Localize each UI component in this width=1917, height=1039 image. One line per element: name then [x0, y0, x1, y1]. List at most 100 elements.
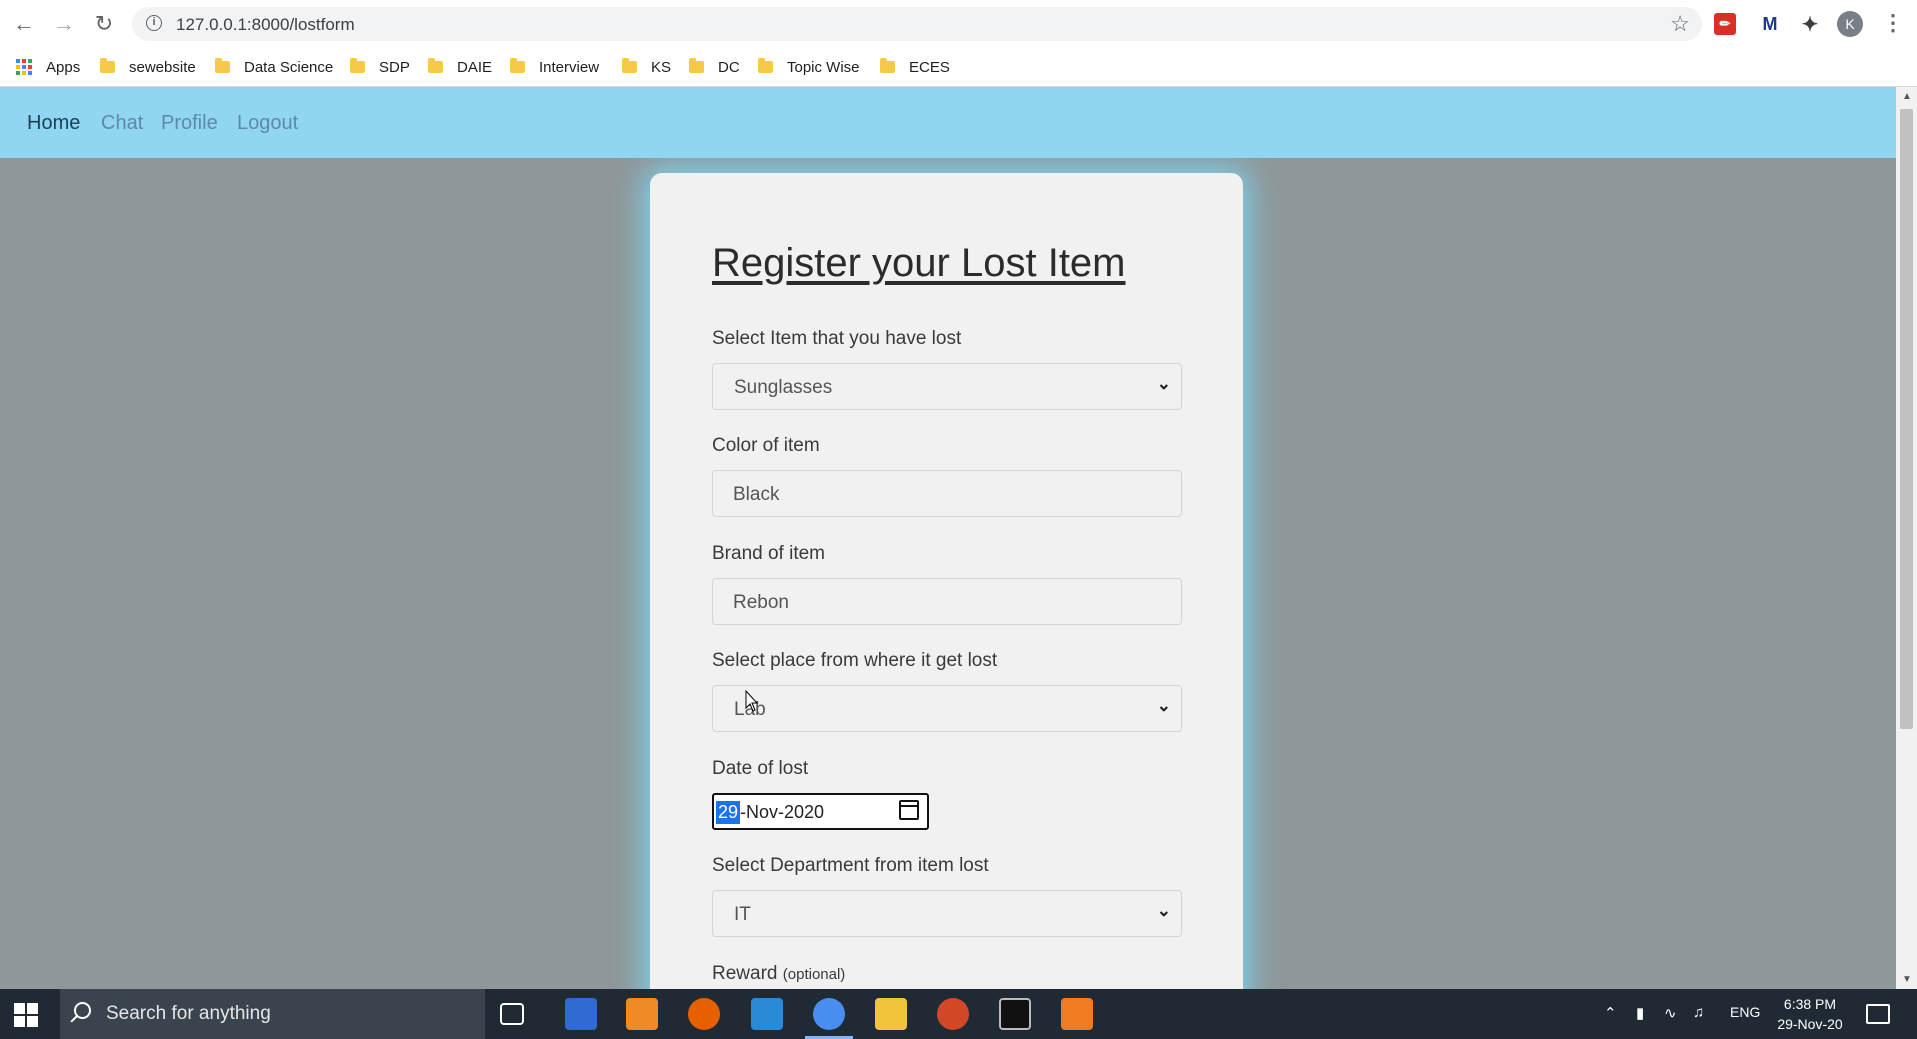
- bookmark-label: Topic Wise: [787, 58, 860, 76]
- app-icon-1[interactable]: [565, 998, 597, 1030]
- taskbar-search[interactable]: Search for anything: [60, 989, 485, 1039]
- site-navbar: Home Chat Profile Logout: [0, 87, 1896, 158]
- file-explorer-icon[interactable]: [875, 998, 907, 1030]
- bookmark-ks[interactable]: KS: [622, 56, 671, 78]
- color-label: Color of item: [712, 435, 820, 456]
- department-select[interactable]: IT ⌄: [712, 890, 1182, 937]
- firefox-icon[interactable]: [688, 998, 720, 1030]
- bookmark-label: Interview: [539, 58, 600, 76]
- bookmark-label: SDP: [379, 58, 410, 76]
- bookmark-topic-wise[interactable]: Topic Wise: [758, 56, 860, 78]
- xampp-icon[interactable]: [1061, 998, 1093, 1030]
- powerpoint-icon[interactable]: [937, 998, 969, 1030]
- nav-logout[interactable]: Logout: [237, 112, 298, 135]
- clock-date: 29-Nov-20: [1777, 1016, 1843, 1032]
- chrome-icon[interactable]: [805, 998, 853, 1039]
- bookmark-dc[interactable]: DC: [689, 56, 740, 78]
- reward-optional-note: (optional): [782, 966, 846, 983]
- m-extension-icon[interactable]: M: [1756, 10, 1784, 38]
- bookmark-apps[interactable]: Apps: [16, 56, 80, 78]
- nav-profile[interactable]: Profile: [161, 112, 218, 135]
- pdf-extension-icon[interactable]: ✏: [1714, 13, 1736, 35]
- date-input[interactable]: 29 -Nov-2020: [712, 793, 929, 830]
- windows-taskbar: Search for anything ⌃ ▮ ∿ ♫ ENG 6:38 PM …: [0, 989, 1917, 1039]
- taskbar-search-placeholder: Search for anything: [106, 1003, 271, 1024]
- date-label: Date of lost: [712, 758, 809, 779]
- bookmark-data-science[interactable]: Data Science: [215, 56, 333, 78]
- address-row: ← → ↻ i 127.0.0.1:8000/lostform ☆ ✏ M ✦ …: [0, 0, 1917, 48]
- item-label: Select Item that you have lost: [712, 328, 962, 349]
- date-rest-segment[interactable]: -Nov-2020: [740, 802, 824, 823]
- color-input[interactable]: Black: [712, 470, 1182, 517]
- bookmarks-bar: Apps sewebsite Data Science SDP DAIE Int…: [0, 48, 1917, 86]
- search-icon: [74, 1002, 91, 1019]
- item-select-value: Sunglasses: [734, 377, 833, 398]
- url-text[interactable]: 127.0.0.1:8000/lostform: [176, 15, 355, 35]
- puzzle-extensions-icon[interactable]: ✦: [1796, 10, 1824, 38]
- item-select[interactable]: Sunglasses ⌄: [712, 363, 1182, 410]
- bookmark-label: KS: [651, 58, 672, 76]
- scroll-up-arrow-icon[interactable]: ▲: [1902, 91, 1912, 102]
- chevron-down-icon: ⌄: [1156, 374, 1171, 393]
- brand-input[interactable]: Rebon: [712, 578, 1182, 625]
- form-title: Register your Lost Item: [712, 241, 1126, 285]
- folder-icon: [215, 58, 230, 73]
- task-view-icon[interactable]: [500, 1003, 524, 1025]
- bookmark-interview[interactable]: Interview: [510, 56, 599, 78]
- nav-home[interactable]: Home: [27, 112, 80, 135]
- notifications-icon[interactable]: [1866, 1004, 1890, 1024]
- bookmark-star-icon[interactable]: ☆: [1670, 11, 1690, 37]
- nav-chat[interactable]: Chat: [101, 112, 143, 135]
- folder-icon: [428, 58, 443, 73]
- folder-icon: [758, 58, 773, 73]
- bookmark-eces[interactable]: ECES: [880, 56, 950, 78]
- bookmark-sewebsite[interactable]: sewebsite: [100, 56, 196, 78]
- battery-icon[interactable]: ▮: [1636, 1004, 1644, 1022]
- mouse-cursor-icon: [745, 690, 759, 712]
- site-info-icon[interactable]: i: [146, 15, 162, 31]
- taskbar-clock[interactable]: 6:38 PM 29-Nov-20: [1770, 994, 1850, 1034]
- clock-time: 6:38 PM: [1783, 996, 1837, 1012]
- page-scrollbar[interactable]: ▲ ▼: [1896, 87, 1917, 989]
- folder-icon: [880, 58, 895, 73]
- place-label: Select place from where it get lost: [712, 650, 998, 671]
- tray-chevron-up-icon[interactable]: ⌃: [1604, 1004, 1617, 1022]
- department-label: Select Department from item lost: [712, 855, 989, 876]
- folder-icon: [622, 58, 637, 73]
- place-select[interactable]: Lab ⌄: [712, 685, 1182, 732]
- profile-avatar[interactable]: K: [1837, 11, 1863, 37]
- department-select-value: IT: [734, 904, 751, 925]
- bookmark-daie[interactable]: DAIE: [428, 56, 492, 78]
- chevron-down-icon: ⌄: [1156, 696, 1171, 715]
- bookmark-label: Apps: [46, 58, 81, 76]
- folder-icon: [100, 58, 115, 73]
- reward-label: Reward (optional): [712, 963, 845, 985]
- language-indicator[interactable]: ENG: [1730, 1004, 1760, 1020]
- sublime-text-icon[interactable]: [626, 998, 658, 1030]
- date-day-segment[interactable]: 29: [716, 801, 741, 824]
- vscode-icon[interactable]: [751, 998, 783, 1030]
- apps-grid-icon: [16, 59, 32, 75]
- page-content: Register your Lost Item Select Item that…: [0, 158, 1896, 989]
- wifi-icon[interactable]: ∿: [1664, 1004, 1677, 1022]
- lost-item-form-card: Register your Lost Item Select Item that…: [650, 173, 1243, 989]
- forward-arrow-icon[interactable]: →: [50, 10, 78, 38]
- brand-input-value: Rebon: [733, 592, 789, 613]
- volume-icon[interactable]: ♫: [1693, 1004, 1704, 1021]
- address-bar[interactable]: i 127.0.0.1:8000/lostform ☆: [132, 7, 1702, 41]
- folder-icon: [689, 58, 704, 73]
- bookmark-label: Data Science: [244, 58, 334, 76]
- windows-start-icon[interactable]: [14, 1003, 38, 1027]
- folder-icon: [350, 58, 365, 73]
- scrollbar-thumb[interactable]: [1900, 109, 1913, 729]
- reload-icon[interactable]: ↻: [90, 10, 118, 38]
- terminal-icon[interactable]: [999, 998, 1031, 1030]
- calendar-icon[interactable]: [899, 800, 919, 820]
- folder-icon: [510, 58, 525, 73]
- bookmark-label: DC: [718, 58, 740, 76]
- brand-label: Brand of item: [712, 543, 825, 564]
- bookmark-sdp[interactable]: SDP: [350, 56, 410, 78]
- menu-kebab-icon[interactable]: ⋮: [1882, 10, 1904, 36]
- scroll-down-arrow-icon[interactable]: ▼: [1902, 974, 1912, 985]
- back-arrow-icon[interactable]: ←: [10, 10, 38, 38]
